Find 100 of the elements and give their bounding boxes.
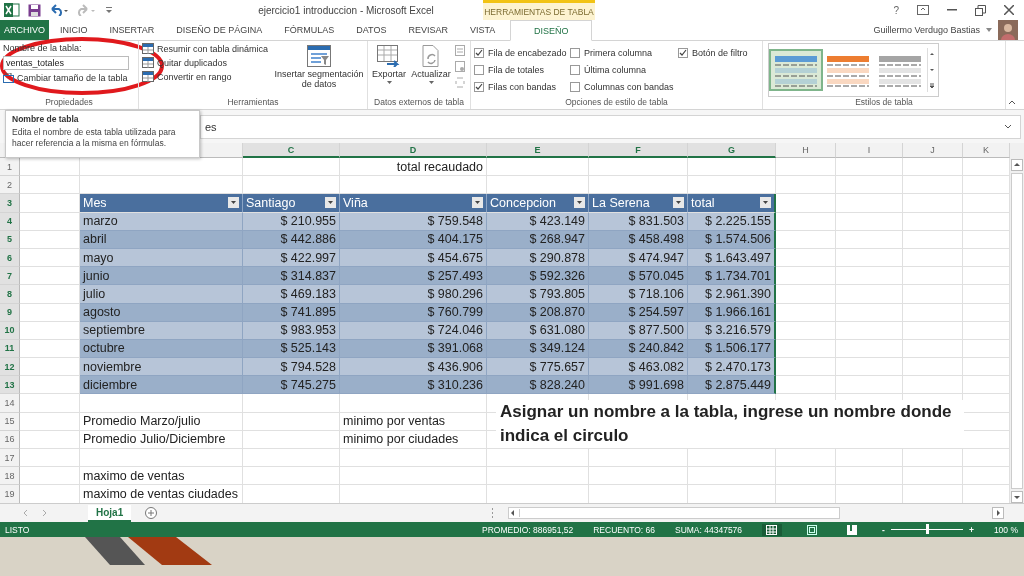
table-cell: $ 314.837	[243, 267, 340, 286]
column-header-cell: Concepcion	[487, 194, 589, 213]
group-label: Herramientas	[226, 97, 280, 109]
ribbon-tab[interactable]: INICIO	[49, 20, 99, 40]
insert-slicer-button[interactable]: Insertar segmentación de datos	[274, 43, 364, 97]
column-heading[interactable]: D	[340, 143, 487, 158]
table-name-field[interactable]: ventas_totales	[3, 56, 129, 70]
ribbon-tab[interactable]: REVISAR	[397, 20, 459, 40]
tool-button[interactable]: Resumir con tabla dinámica	[142, 43, 269, 54]
table-cell: $ 469.183	[243, 285, 340, 304]
table-cell: $ 2.875.449	[688, 376, 776, 395]
sheet-tab[interactable]: Hoja1	[88, 504, 132, 522]
group-label: Propiedades	[44, 97, 94, 109]
column-header-cell: La Serena	[589, 194, 688, 213]
table-cell: $ 745.275	[243, 376, 340, 395]
row-number[interactable]: 17	[0, 449, 20, 468]
table-cell: minimo por ciudades	[340, 430, 487, 449]
row-number[interactable]: 8	[0, 285, 20, 304]
table-cell: $ 257.493	[340, 267, 487, 286]
table-cell: $ 775.657	[487, 358, 589, 377]
column-heading[interactable]: H	[776, 143, 836, 158]
column-heading[interactable]: K	[963, 143, 1010, 158]
help-button[interactable]: ?	[893, 4, 899, 16]
status-text: LISTO	[5, 524, 30, 535]
table-cell: julio	[80, 285, 243, 304]
resize-table-button[interactable]: Cambiar tamaño de la tabla	[3, 73, 135, 83]
ribbon-tab[interactable]: DISEÑO DE PÁGINA	[165, 20, 274, 40]
window-title: ejercicio1 introduccion - Microsoft Excel	[257, 4, 435, 16]
table-cell: $ 570.045	[589, 267, 688, 286]
column-header-cell: Viña	[340, 194, 487, 213]
style-option-checkbox[interactable]: Fila de totales	[474, 62, 570, 77]
column-heading[interactable]: E	[487, 143, 589, 158]
file-tab[interactable]: ARCHIVO	[0, 20, 49, 40]
column-header-cell: Mes	[80, 194, 243, 213]
column-header-cell: Santiago	[243, 194, 340, 213]
row-number[interactable]: 18	[0, 467, 20, 486]
column-header-cell: total	[688, 194, 776, 213]
external-data-button[interactable]: Exportar	[371, 43, 407, 97]
table-cell: minimo por ventas	[340, 412, 487, 431]
zoom-in-button[interactable]: +	[968, 524, 974, 535]
table-cell: $ 1.734.701	[688, 267, 776, 286]
row-number[interactable]: 12	[0, 358, 20, 377]
group-label: Estilos de tabla	[854, 97, 914, 109]
table-cell: total recaudado	[340, 158, 487, 177]
group-label: Opciones de estilo de tabla	[564, 97, 669, 109]
table-cell: $ 828.240	[487, 376, 589, 395]
tooltip-text: Edita el nombre de esta tabla utilizada para hacer referencia a la misma en fórmulas.	[12, 127, 177, 149]
table-cell: Promedio Marzo/julio	[80, 412, 243, 431]
table-cell: $ 2.470.173	[688, 358, 776, 377]
ribbon-tab[interactable]: INSERTAR	[98, 20, 166, 40]
ribbon-tab[interactable]: DISEÑO	[510, 20, 593, 41]
group-label: Datos externos de tabla	[373, 97, 465, 109]
row-number[interactable]: 19	[0, 485, 20, 503]
table-cell: noviembre	[80, 358, 243, 377]
row-number[interactable]: 3	[0, 194, 20, 213]
zoom-out-button[interactable]: -	[882, 524, 885, 535]
user-name[interactable]: Guillermo Verdugo Bastias	[873, 25, 980, 35]
table-cell: maximo de ventas	[80, 467, 243, 486]
table-cell: $ 793.805	[487, 285, 589, 304]
table-cell: Promedio Julio/Diciembre	[80, 430, 243, 449]
row-number[interactable]: 7	[0, 267, 20, 286]
column-heading[interactable]: F	[589, 143, 688, 158]
column-heading[interactable]: J	[903, 143, 963, 158]
table-cell: diciembre	[80, 376, 243, 395]
style-option-checkbox[interactable]: Fila de encabezado	[474, 45, 570, 60]
sum-readout: SUMA: 44347576	[674, 524, 743, 535]
tool-group-header: HERRAMIENTAS DE TABLA	[483, 0, 595, 20]
row-number[interactable]: 13	[0, 376, 20, 395]
style-option-checkbox[interactable]: Primera columna	[570, 45, 678, 60]
average-readout: PROMEDIO: 886951,52	[482, 524, 574, 535]
column-heading[interactable]: I	[836, 143, 903, 158]
column-heading[interactable]: G	[688, 143, 776, 158]
table-cell: $ 980.296	[340, 285, 487, 304]
table-cell: $ 991.698	[589, 376, 688, 395]
instruction-text: Asignar un nombre a la tabla, ingrese un nombre donde indica el circulo	[496, 400, 964, 448]
table-cell: $ 436.906	[340, 358, 487, 377]
column-heading[interactable]: C	[243, 143, 340, 158]
style-option-checkbox[interactable]: Columnas con bandas	[570, 79, 678, 94]
table-cell: $ 794.528	[243, 358, 340, 377]
zoom-level[interactable]: 100 %	[993, 524, 1018, 535]
row-number[interactable]: 14	[0, 394, 20, 413]
style-option-checkbox[interactable]: Última columna	[570, 62, 678, 77]
tooltip-title: Nombre de tabla	[12, 114, 80, 124]
table-cell: junio	[80, 267, 243, 286]
ribbon-tab[interactable]: FÓRMULAS	[273, 20, 346, 40]
style-option-checkbox[interactable]: Botón de filtro	[678, 45, 758, 60]
tool-button[interactable]: Convertir en rango	[142, 71, 269, 82]
ribbon-tab[interactable]: DATOS	[345, 20, 398, 40]
row-number[interactable]: 2	[0, 176, 20, 195]
formula-field[interactable]: es	[200, 114, 1021, 139]
count-readout: RECUENTO: 66	[593, 524, 655, 535]
table-cell: $ 310.236	[340, 376, 487, 395]
row-number[interactable]: 1	[0, 158, 20, 177]
table-cell: $ 592.326	[487, 267, 589, 286]
table-cell: $ 718.106	[589, 285, 688, 304]
table-cell: $ 463.082	[589, 358, 688, 377]
style-option-checkbox[interactable]: Filas con bandas	[474, 79, 570, 94]
ribbon-tab[interactable]: VISTA	[458, 20, 507, 40]
external-data-button[interactable]: Actualizar	[413, 43, 449, 97]
table-cell: $ 2.961.390	[688, 285, 776, 304]
